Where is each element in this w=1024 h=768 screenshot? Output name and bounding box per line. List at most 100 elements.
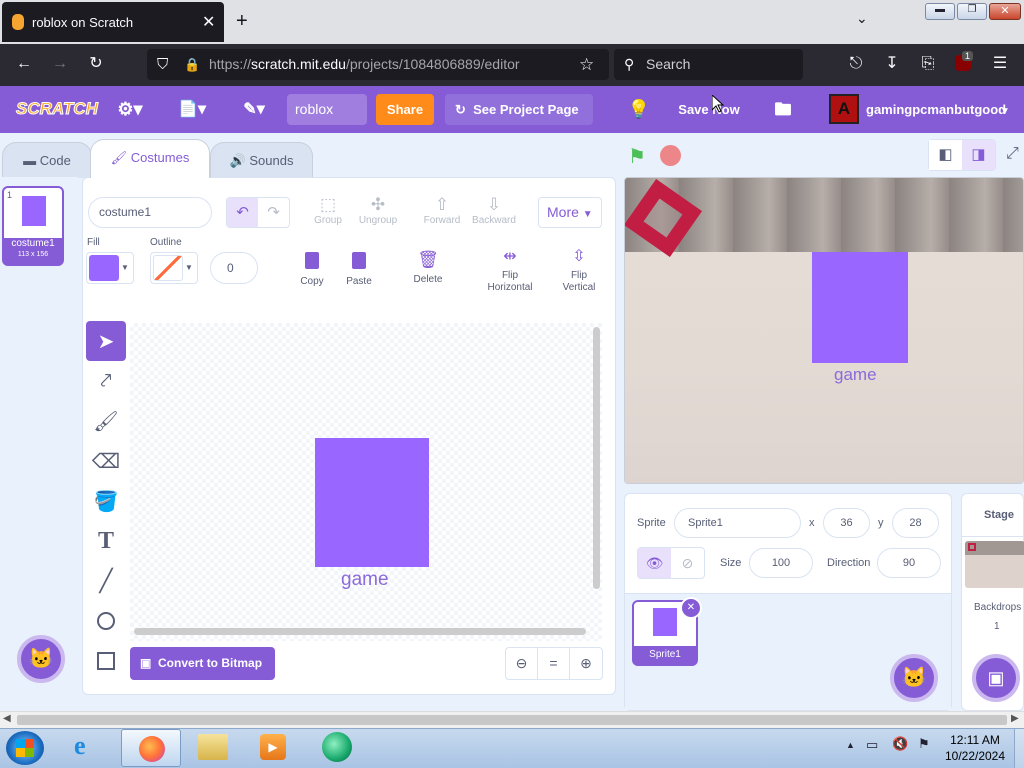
scratch-logo[interactable]: SCRATCH [16,96,99,122]
convert-to-bitmap-button[interactable]: ▣ Convert to Bitmap [130,647,275,680]
more-dropdown[interactable]: More ▼ [538,197,602,228]
brush-tool[interactable]: 🖌 [86,401,126,441]
paint-canvas[interactable]: game [130,323,602,641]
action-center-flag-icon[interactable]: ⚑ [918,736,930,752]
see-project-page-button[interactable]: ↻ See Project Page [445,94,593,125]
share-button[interactable]: Share [376,94,434,125]
stop-sign-icon[interactable] [660,145,681,166]
reload-icon[interactable]: ↻ [80,44,112,84]
minimize-button[interactable]: ▬ [925,3,955,20]
canvas-vertical-scrollbar[interactable] [593,327,600,589]
costume-name-input[interactable]: costume1 [88,197,212,228]
zoom-reset-icon[interactable]: = [538,648,570,679]
costume-thumbnail[interactable]: 1 costume1 113 x 156 [2,186,64,266]
group-button[interactable]: ⬚ Group [310,195,346,227]
start-button[interactable] [6,731,44,765]
zoom-in-icon[interactable]: ⊕ [570,648,602,679]
edit-menu-icon[interactable]: ✎▾ [236,86,272,133]
forward-button[interactable]: ⇧ Forward [420,195,464,227]
ungroup-button[interactable]: ✣ Ungroup [355,195,401,227]
volume-muted-icon[interactable]: 🔇 [892,736,908,752]
tab-sounds[interactable]: 🔊 Sounds [210,142,313,178]
canvas-horizontal-scrollbar[interactable] [134,628,586,635]
fill-tool[interactable]: 🪣 [86,481,126,521]
select-tool[interactable]: ➤ [86,321,126,361]
save-now-link[interactable]: Save Now [674,86,744,133]
page-horizontal-scrollbar[interactable]: ◀ ▶ [0,711,1024,728]
clock[interactable]: 12:11 AM 10/22/2024 [940,732,1010,764]
canvas-game-text[interactable]: game [341,569,389,591]
green-flag-icon[interactable]: ⚑ [628,144,646,169]
outline-color-picker[interactable]: ▼ [150,252,198,284]
tray-expand-icon[interactable]: ▲ [846,740,855,750]
close-window-button[interactable]: ✕ [989,3,1021,20]
backward-button[interactable]: ⇩ Backward [470,195,518,227]
small-stage-icon[interactable]: ◧ [929,140,962,170]
show-eye-icon[interactable]: 👁 [638,548,671,578]
tab-list-chevron-icon[interactable]: ⌄ [856,10,868,27]
tab-code[interactable]: ▬ Code [2,142,92,178]
undo-icon[interactable]: ↶ [227,198,258,227]
sprite-name-input[interactable]: Sprite1 [674,508,801,538]
extensions-icon[interactable]: ⎘ [914,44,942,84]
flip-horizontal-button[interactable]: ⇹ Flip Horizontal [484,246,536,294]
downloads-icon[interactable]: ↧ [878,44,906,84]
copy-button[interactable]: Copy [296,252,328,288]
eraser-tool[interactable]: ⌫ [86,441,126,481]
flip-vertical-button[interactable]: ⇳ Flip Vertical [556,246,602,294]
file-explorer-icon[interactable] [198,734,228,760]
app-globe-icon[interactable] [322,732,352,762]
y-input[interactable]: 28 [892,508,939,538]
bookmark-star-icon[interactable]: ☆ [579,49,594,80]
paste-button[interactable]: Paste [343,252,375,288]
outline-width-stepper[interactable]: 0 [210,252,258,284]
theme-lightbulb-icon[interactable]: 💡 [624,86,654,133]
tab-costumes[interactable]: 🖌 Costumes [90,139,210,178]
hide-eye-icon[interactable]: ⊘ [671,548,704,578]
text-tool[interactable]: T [86,521,126,561]
fullscreen-icon[interactable]: ⤢ [1006,145,1019,163]
size-input[interactable]: 100 [749,548,813,578]
show-desktop-button[interactable] [1014,729,1024,768]
network-icon[interactable]: ▭ [866,737,878,753]
choose-backdrop-button[interactable]: ▣ [972,654,1020,702]
my-stuff-folder-icon[interactable]: 🖿 [768,86,798,133]
costume-rectangle-shape[interactable] [315,438,429,567]
backdrop-thumbnail[interactable] [965,541,1024,588]
fill-color-picker[interactable]: ▼ [86,252,134,284]
redo-icon[interactable]: ↷ [258,198,289,227]
address-bar[interactable]: ⛉ 🔒 https://scratch.mit.edu/projects/108… [147,49,609,80]
normal-stage-icon[interactable]: ◨ [962,140,995,170]
reshape-tool[interactable]: ⤤ [86,361,126,401]
x-input[interactable]: 36 [823,508,870,538]
delete-button[interactable]: 🗑 Delete [410,250,446,286]
username-label[interactable]: gamingpcmanbutgood [866,86,1006,133]
search-field[interactable]: ⚲ Search [614,49,803,80]
choose-sprite-button[interactable]: 🐱 [890,654,938,702]
zoom-out-icon[interactable]: ⊖ [506,648,538,679]
rectangle-tool[interactable] [86,641,126,681]
account-chevron-down-icon[interactable]: ▼ [998,88,1012,135]
back-arrow-icon[interactable]: ← [8,44,40,84]
stage-canvas[interactable]: game [624,177,1024,484]
maximize-button[interactable]: ❐ [957,3,987,20]
new-tab-icon[interactable]: + [236,10,248,33]
scroll-thumb[interactable] [17,715,1007,725]
circle-tool[interactable] [86,601,126,641]
media-player-icon[interactable]: ▶ [260,734,286,760]
taskbar-firefox-button[interactable] [121,729,181,767]
file-menu-icon[interactable]: 📄▾ [174,86,210,133]
internet-explorer-icon[interactable]: e [74,731,86,761]
scroll-left-icon[interactable]: ◀ [3,713,11,724]
forward-arrow-icon[interactable]: → [44,44,76,84]
hamburger-menu-icon[interactable]: ☰ [986,44,1014,84]
scroll-right-icon[interactable]: ▶ [1011,713,1019,724]
pocket-icon[interactable]: ⎋ [842,44,870,84]
browser-tab[interactable]: roblox on Scratch ✕ [2,2,224,42]
close-tab-icon[interactable]: ✕ [202,12,215,32]
choose-costume-button[interactable]: 🐱 [17,635,65,683]
user-avatar[interactable]: A [829,94,859,124]
project-title-input[interactable]: roblox [287,94,367,125]
settings-gear-icon[interactable]: ⚙▾ [114,86,146,133]
line-tool[interactable]: ╱ [86,561,126,601]
